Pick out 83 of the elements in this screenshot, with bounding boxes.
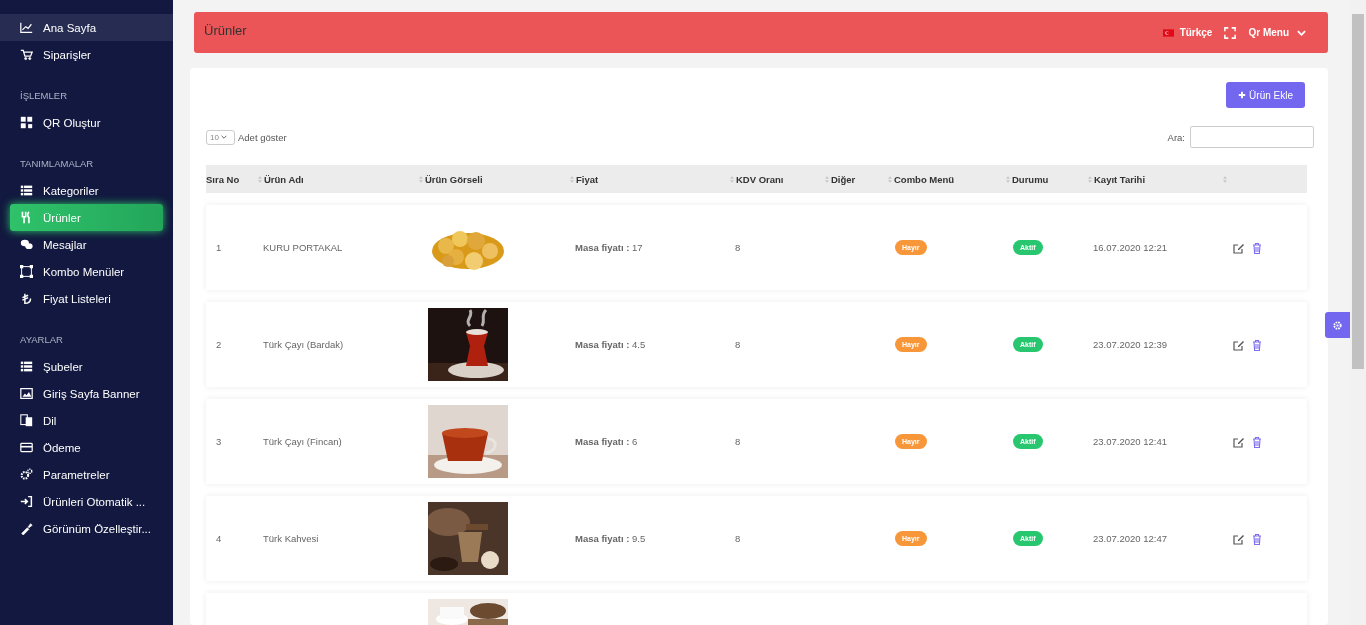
settings-icon — [1332, 319, 1343, 331]
image-icon — [20, 387, 33, 400]
nodes-icon — [20, 265, 33, 278]
column-header[interactable]: Diğer — [831, 173, 856, 185]
sidebar-item[interactable]: Kombo Menüler — [0, 258, 173, 285]
table-cell: 23.07.2020 12:39 — [1093, 339, 1167, 350]
price-text: Masa fiyatı : 17 — [575, 242, 643, 253]
fullscreen-icon[interactable] — [1224, 26, 1237, 39]
table-cell: Türk Çayı (Bardak) — [263, 339, 344, 350]
sidebar-item[interactable]: Siparişler — [0, 41, 173, 68]
column-header[interactable]: KDV Oranı — [736, 173, 784, 185]
sidebar-item[interactable]: Kategoriler — [0, 177, 173, 204]
gears-icon — [20, 468, 33, 481]
table-cell-text: 3 — [215, 436, 222, 447]
sidebar-item[interactable]: Ana Sayfa — [0, 14, 173, 41]
qr-menu-dropdown[interactable]: Qr Menu — [1248, 27, 1306, 38]
settings-button[interactable] — [1325, 312, 1350, 338]
sidebar-item[interactable]: Fiyat Listeleri — [0, 285, 173, 312]
price-text: Masa fiyatı : 9.5 — [575, 533, 646, 544]
fork-icon — [20, 211, 33, 224]
sidebar-item[interactable]: Ödeme — [0, 434, 173, 461]
sidebar-item[interactable]: Görünüm Özelleştir... — [0, 515, 173, 542]
sidebar-item[interactable]: Ürünleri Otomatik ... — [0, 488, 173, 515]
edit-icon[interactable] — [1233, 241, 1245, 254]
column-header[interactable]: Fiyat — [576, 173, 599, 185]
table-cell-text: 4 — [215, 533, 222, 544]
price-text: Masa fiyatı : 4.5 — [575, 339, 646, 350]
add-product-button[interactable]: Ürün Ekle — [1226, 82, 1305, 108]
sidebar-item[interactable]: Dil — [0, 407, 173, 434]
column-header[interactable]: Ürün Görseli — [425, 173, 483, 185]
lira-icon — [20, 292, 33, 305]
table-cell: Türk Kahvesi — [263, 533, 319, 544]
edit-icon[interactable] — [1233, 338, 1245, 351]
table-cell: 8 — [735, 242, 741, 253]
section-heading: AYARLAR — [19, 333, 64, 347]
table-cell: KURU PORTAKAL — [263, 242, 343, 253]
column-header[interactable]: Kayıt Tarihi — [1094, 173, 1146, 185]
trash-icon[interactable] — [1251, 241, 1263, 254]
signin-icon — [20, 495, 33, 508]
table-cell-text: 1 — [215, 242, 222, 253]
chevron-icon — [1297, 29, 1306, 36]
qr-icon — [20, 116, 33, 129]
table-cell: Türk Çayı (Fincan) — [263, 436, 342, 447]
page-size-select[interactable]: 10 — [206, 129, 235, 145]
section-heading: TANIMLAMALAR — [19, 157, 95, 171]
language-selector[interactable]: Türkçe — [1162, 27, 1213, 38]
edit-icon[interactable] — [1233, 435, 1245, 448]
page-size-label: Adet göster — [238, 131, 287, 143]
table-cell: 8 — [735, 436, 741, 447]
table-cell: 16.07.2020 12:21 — [1093, 242, 1167, 253]
sidebar-item[interactable]: Parametreler — [0, 461, 173, 488]
list-icon — [20, 360, 33, 373]
table-icon — [20, 184, 33, 197]
table-cell: 8 — [735, 339, 741, 350]
sidebar-item[interactable]: Mesajlar — [0, 231, 173, 258]
search-label: Ara: — [1167, 131, 1185, 143]
search-field[interactable] — [1190, 126, 1314, 148]
edit-icon[interactable] — [1233, 532, 1245, 545]
column-header[interactable]: Combo Menü — [894, 173, 955, 185]
chevron-icon — [220, 135, 227, 139]
cart-icon — [20, 48, 33, 61]
column-header[interactable]: Sıra No — [206, 173, 240, 185]
trash-icon[interactable] — [1251, 338, 1263, 351]
page-title: Ürünler — [204, 22, 247, 38]
table-cell: 23.07.2020 12:47 — [1093, 533, 1167, 544]
dropper-icon — [20, 522, 33, 535]
flag-icon — [1162, 28, 1174, 37]
sidebar-item[interactable]: Giriş Sayfa Banner — [0, 380, 173, 407]
table-cell: 8 — [735, 533, 741, 544]
trash-icon[interactable] — [1251, 532, 1263, 545]
card-icon — [20, 441, 33, 454]
trash-icon[interactable] — [1251, 435, 1263, 448]
sidebar-item[interactable]: QR Oluştur — [0, 109, 173, 136]
price-text: Masa fiyatı : 6 — [575, 436, 638, 447]
table-cell-text: 2 — [215, 339, 222, 350]
chat-icon — [20, 238, 33, 251]
section-heading: İŞLEMLER — [19, 89, 68, 103]
plus-icon — [1238, 91, 1247, 99]
column-header[interactable]: Durumu — [1012, 173, 1049, 185]
column-header[interactable]: Ürün Adı — [264, 173, 304, 185]
chart-icon — [20, 21, 33, 34]
table-cell: 23.07.2020 12:41 — [1093, 436, 1167, 447]
sidebar-item[interactable]: Şubeler — [0, 353, 173, 380]
